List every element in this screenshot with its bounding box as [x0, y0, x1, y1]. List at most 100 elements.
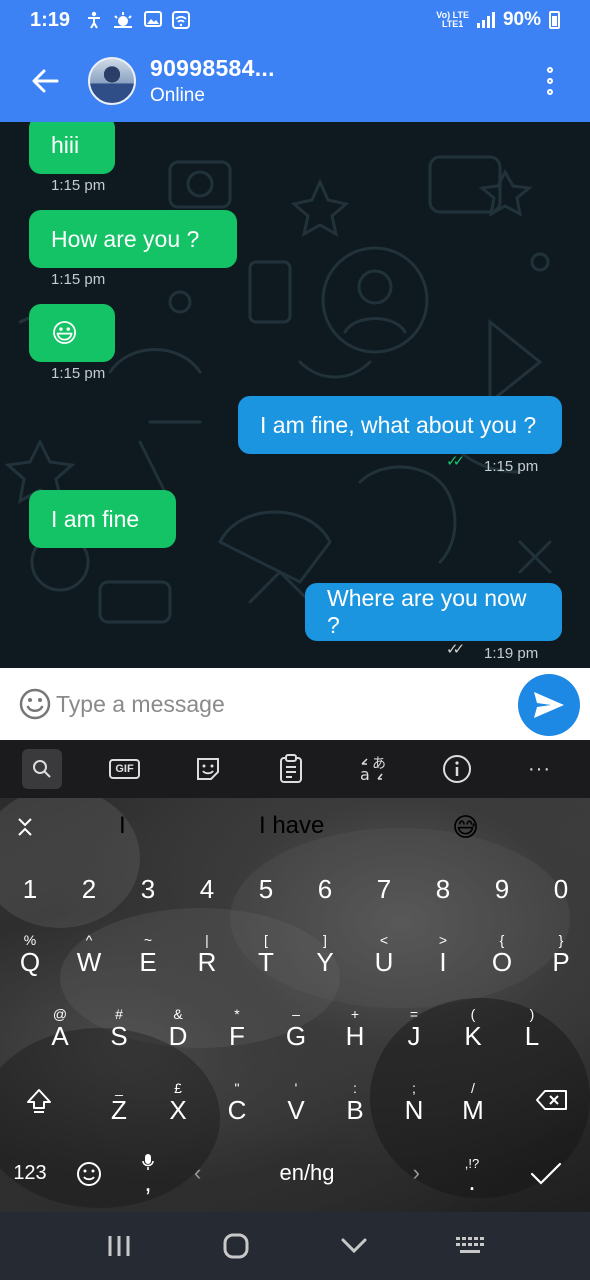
contact-status: Online: [150, 85, 205, 106]
send-icon: [534, 692, 564, 718]
keyboard-switch-button[interactable]: [441, 1216, 501, 1276]
key-h[interactable]: + H: [326, 1006, 384, 1050]
message-text: I am fine, what about you ?: [260, 411, 537, 438]
suggestion-1[interactable]: I: [119, 812, 126, 840]
collapse-suggestions-button[interactable]: [10, 812, 40, 842]
accessibility-icon: [88, 11, 101, 29]
clipboard-button[interactable]: [249, 740, 332, 798]
chat-area[interactable]: hiii 1:15 pm How are you ? 1:15 pm 😃 1:1…: [0, 122, 590, 668]
key-n[interactable]: ; N: [385, 1080, 443, 1124]
key-y[interactable]: ] Y: [296, 932, 354, 976]
key-a[interactable]: @ A: [31, 1006, 89, 1050]
backspace-key[interactable]: [522, 1080, 582, 1120]
gallery-icon: [144, 11, 163, 27]
shift-icon: [27, 1089, 51, 1113]
key-4[interactable]: 4: [178, 874, 236, 905]
send-button[interactable]: [518, 674, 580, 736]
message-timestamp: 1:15 pm: [51, 177, 106, 194]
key-6[interactable]: 6: [296, 874, 354, 905]
key-k[interactable]: (K: [444, 1006, 502, 1050]
sticker-button[interactable]: [166, 740, 249, 798]
contact-avatar[interactable]: [88, 57, 136, 105]
message-text: Where are you now ?: [327, 585, 527, 638]
key-f[interactable]: * F: [208, 1006, 266, 1050]
status-bar: 1:19 Vo) LTE LTE1 90%: [0, 0, 590, 40]
key-x[interactable]: £ X: [149, 1080, 207, 1124]
key-d[interactable]: & D: [149, 1006, 207, 1050]
key-8[interactable]: 8: [414, 874, 472, 905]
shift-key[interactable]: [14, 1078, 64, 1124]
keyboard-wallpaper: [0, 798, 590, 1208]
translate-button[interactable]: aあ: [332, 740, 415, 798]
key-1[interactable]: 1: [1, 874, 59, 905]
arrow-left-icon: [32, 69, 59, 93]
clipboard-icon: [279, 754, 302, 783]
info-icon: [442, 755, 471, 783]
message-text: hiii: [51, 131, 80, 158]
back-button[interactable]: [0, 40, 90, 122]
message-bubble-incoming[interactable]: hiii: [29, 122, 115, 174]
info-button[interactable]: [415, 740, 498, 798]
key-q[interactable]: % Q: [1, 932, 59, 976]
back-nav-button[interactable]: [324, 1216, 384, 1276]
space-bar[interactable]: ‹ en/hg ›: [182, 1152, 432, 1194]
delivered-receipt-icon: ✓✓: [446, 641, 465, 658]
more-options-button[interactable]: ···: [498, 740, 581, 798]
overflow-menu-button[interactable]: [510, 40, 590, 122]
key-e[interactable]: ~ E: [119, 932, 177, 976]
key-0[interactable]: 0: [532, 874, 590, 905]
key-2[interactable]: 2: [60, 874, 118, 905]
sticker-icon: [196, 758, 219, 780]
key-3[interactable]: 3: [119, 874, 177, 905]
message-bubble-outgoing[interactable]: Where are you now ?: [305, 583, 562, 641]
message-bubble-incoming[interactable]: I am fine: [29, 490, 176, 548]
key-b[interactable]: :B: [326, 1080, 384, 1124]
key-7[interactable]: 7: [355, 874, 413, 905]
period-key[interactable]: ,!? .: [452, 1146, 492, 1200]
key-u[interactable]: < U: [355, 932, 413, 976]
suggestion-2[interactable]: I have: [259, 812, 324, 840]
emoji-button[interactable]: [0, 668, 52, 740]
key-r[interactable]: | R: [178, 932, 236, 976]
key-g[interactable]: – G: [267, 1006, 325, 1050]
key-w[interactable]: ^ W: [60, 932, 118, 976]
key-m[interactable]: / M: [444, 1080, 502, 1124]
key-p[interactable]: } P: [532, 932, 590, 976]
keyboard-icon: [456, 1237, 485, 1253]
suggestion-emoji[interactable]: 😅: [452, 812, 479, 843]
key-t[interactable]: [T: [237, 932, 295, 976]
message-bubble-outgoing[interactable]: I am fine, what about you ?: [238, 396, 562, 454]
keyboard-toolbar: GIF aあ ···: [0, 740, 590, 798]
key-j[interactable]: = J: [385, 1006, 443, 1050]
key-l[interactable]: ) L: [503, 1006, 561, 1050]
more-icon: ···: [528, 757, 551, 780]
message-bubble-incoming[interactable]: 😃: [29, 304, 115, 362]
key-5[interactable]: 5: [237, 874, 295, 905]
system-navigation-bar: [0, 1212, 590, 1280]
gif-button[interactable]: GIF: [83, 740, 166, 798]
contact-info[interactable]: 90998584... Online: [150, 55, 275, 107]
key-o[interactable]: {O: [473, 932, 531, 976]
space-bar-label: en/hg: [279, 1160, 335, 1185]
key-z[interactable]: _ Z: [90, 1080, 148, 1124]
emoji-key[interactable]: [70, 1156, 108, 1192]
key-c[interactable]: " C: [208, 1080, 266, 1124]
symbols-key[interactable]: 123: [6, 1158, 54, 1188]
key-9[interactable]: 9: [473, 874, 531, 905]
enter-key[interactable]: [518, 1154, 574, 1194]
status-right: Vo) LTE LTE1 90%: [436, 9, 560, 31]
recent-apps-button[interactable]: [89, 1216, 149, 1276]
message-timestamp: 1:15 pm: [484, 458, 539, 475]
home-icon: [223, 1233, 249, 1259]
key-v[interactable]: ' V: [267, 1080, 325, 1124]
message-bubble-incoming[interactable]: How are you ?: [29, 210, 237, 268]
message-input[interactable]: [56, 684, 496, 724]
key-i[interactable]: > I: [414, 932, 472, 976]
key-s[interactable]: # S: [90, 1006, 148, 1050]
home-button[interactable]: [206, 1216, 266, 1276]
message-text: I am fine: [51, 505, 140, 532]
keyboard-search-button[interactable]: [0, 740, 83, 798]
menu-dot-icon: [547, 67, 553, 73]
comma-key[interactable]: ,: [128, 1146, 168, 1200]
smiley-icon: [77, 1162, 101, 1186]
